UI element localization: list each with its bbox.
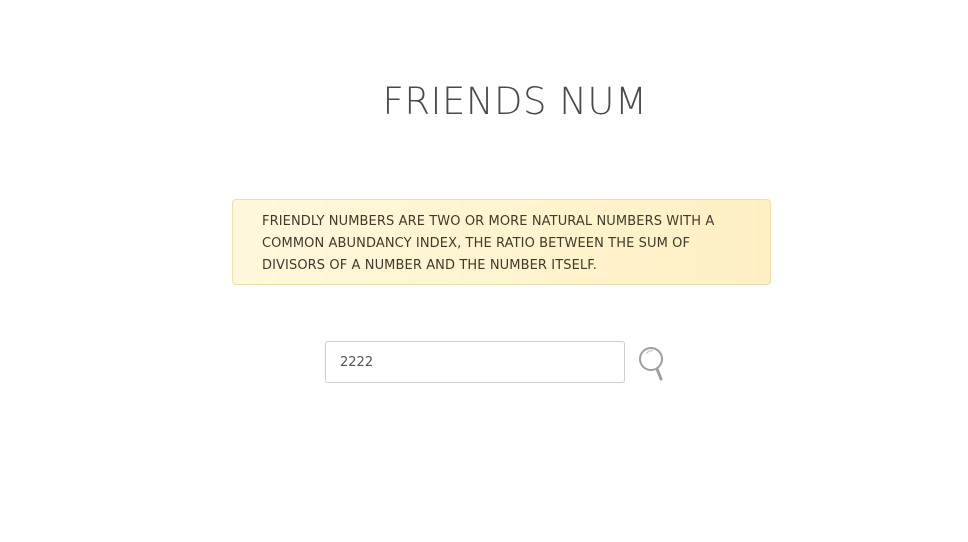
info-text: FRIENDLY NUMBERS ARE TWO OR MORE NATURAL… [262, 214, 715, 273]
info-box: FRIENDLY NUMBERS ARE TWO OR MORE NATURAL… [232, 199, 771, 285]
search-input[interactable] [325, 341, 625, 383]
search-icon [639, 347, 663, 381]
search-row [325, 341, 670, 383]
page: FRIENDS NUM FRIENDLY NUMBERS ARE TWO OR … [0, 0, 968, 542]
search-button[interactable] [637, 342, 669, 382]
page-title: FRIENDS NUM [382, 80, 648, 123]
